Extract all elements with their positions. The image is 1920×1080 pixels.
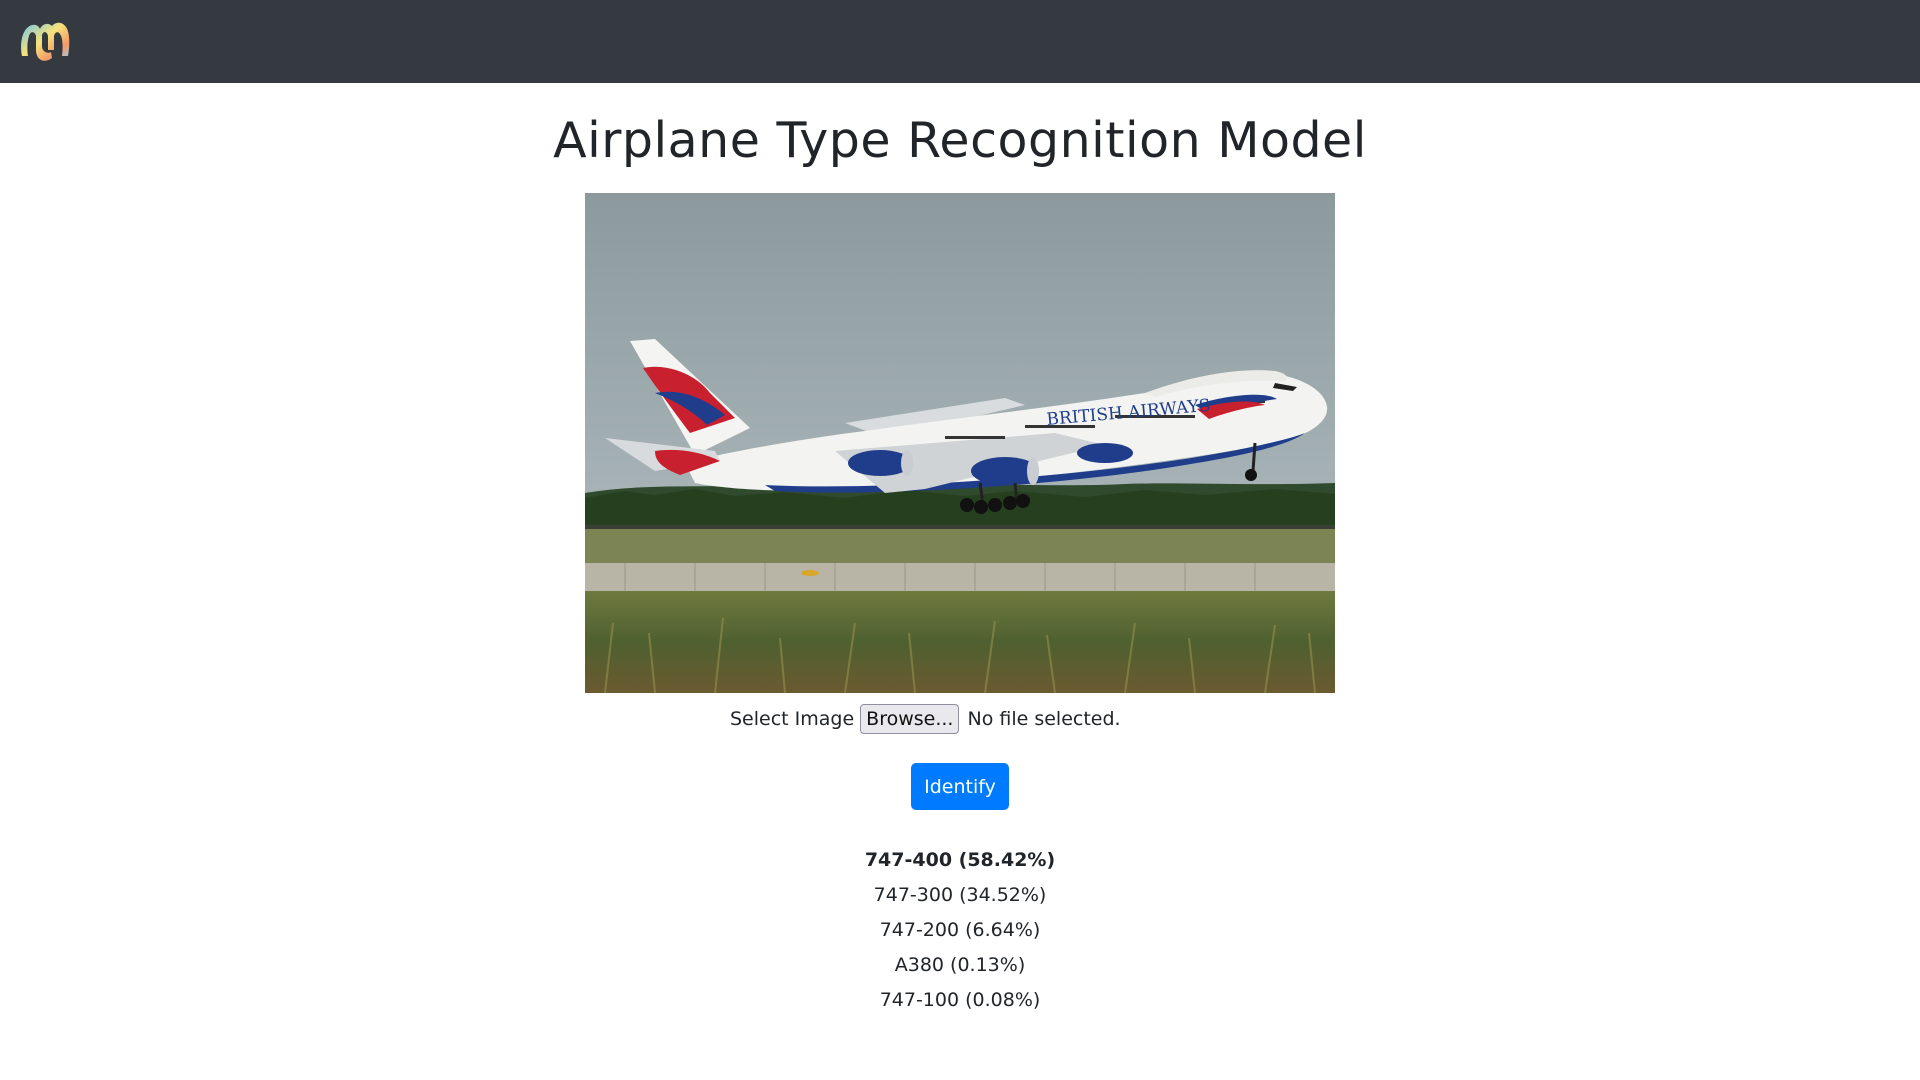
top-navbar (0, 0, 1920, 83)
prediction-results: 747-400 (58.42%) 747-300 (34.52%) 747-20… (0, 843, 1920, 1018)
result-item: 747-100 (0.08%) (879, 989, 1041, 1011)
browse-button[interactable]: Browse... (860, 704, 960, 734)
file-status-text: No file selected. (967, 708, 1121, 730)
result-item: A380 (0.13%) (894, 954, 1026, 976)
page-title: Airplane Type Recognition Model (553, 112, 1367, 169)
file-upload-row: Select Image Browse... No file selected. (730, 704, 1121, 734)
airplane-photo: BRITISH AIRWAYS (585, 193, 1335, 693)
brain-logo-icon[interactable] (18, 16, 72, 66)
select-image-label: Select Image (730, 708, 855, 730)
result-item: 747-200 (6.64%) (879, 919, 1041, 941)
identify-button[interactable]: Identify (911, 763, 1009, 810)
result-item: 747-400 (58.42%) (864, 849, 1056, 871)
result-item: 747-300 (34.52%) (873, 884, 1047, 906)
